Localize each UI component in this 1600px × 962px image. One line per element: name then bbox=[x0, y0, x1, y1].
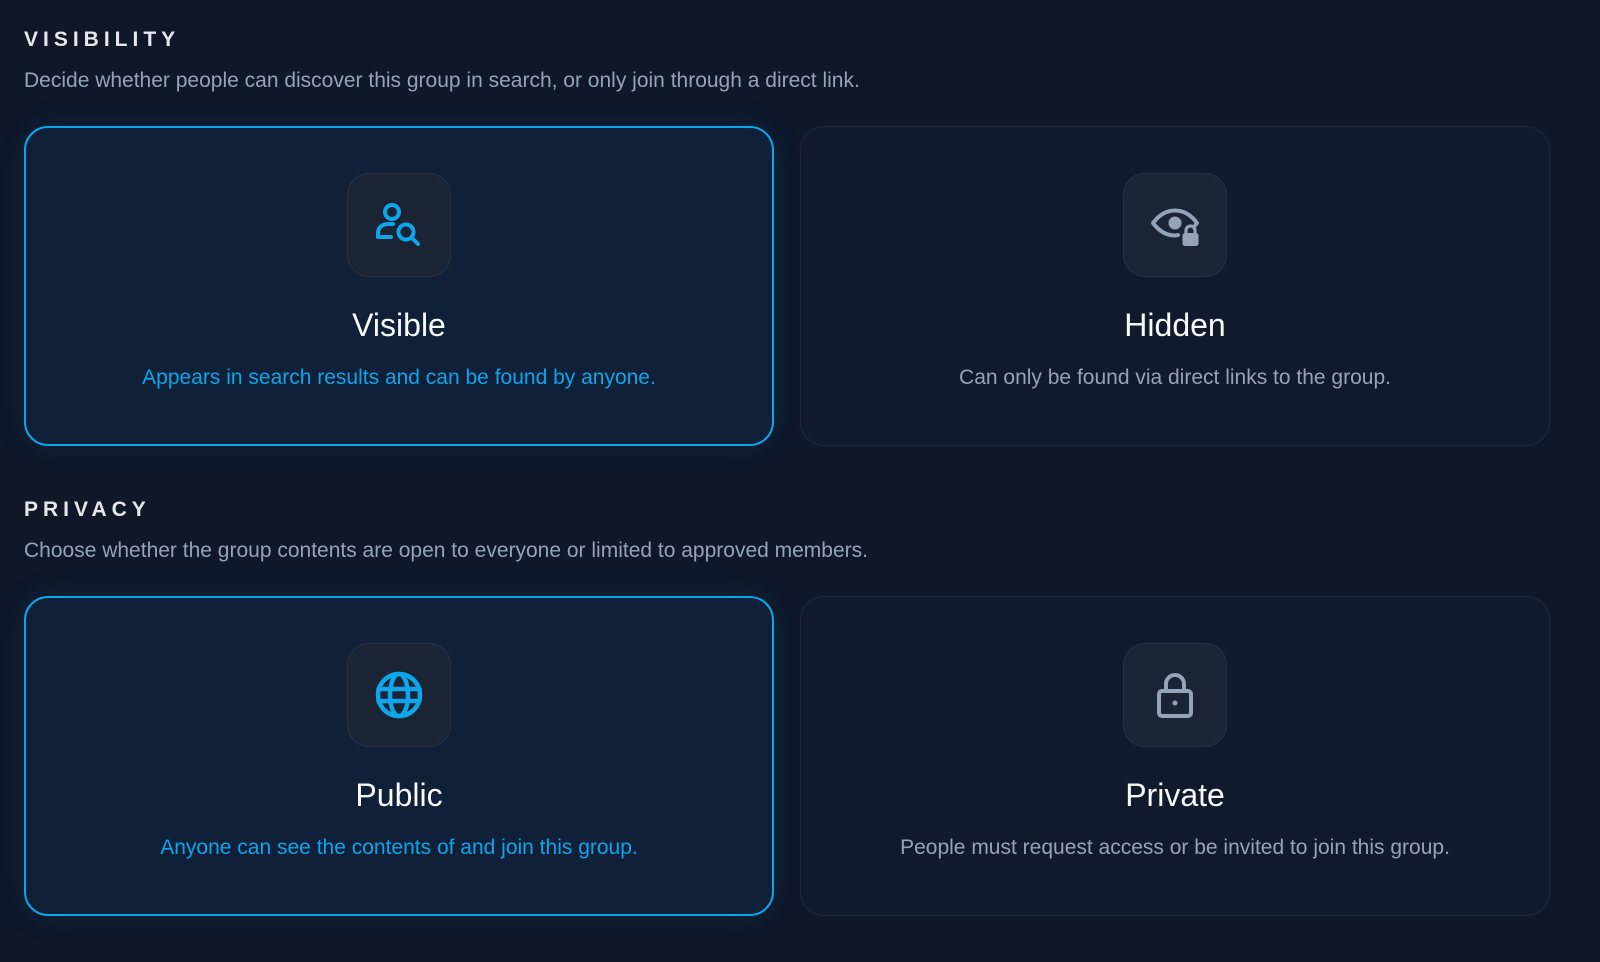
globe-icon bbox=[347, 643, 451, 747]
privacy-option-public-description: Anyone can see the contents of and join … bbox=[160, 836, 638, 859]
visibility-section-description: Decide whether people can discover this … bbox=[24, 69, 860, 92]
privacy-section-description: Choose whether the group contents are op… bbox=[24, 539, 868, 562]
visibility-options: Visible Appears in search results and ca… bbox=[24, 126, 1580, 446]
visibility-option-hidden[interactable]: Hidden Can only be found via direct link… bbox=[800, 126, 1550, 446]
privacy-option-private[interactable]: Private People must request access or be… bbox=[800, 596, 1550, 916]
eye-lock-icon bbox=[1123, 173, 1227, 277]
privacy-option-private-label: Private bbox=[1125, 777, 1225, 813]
visibility-section: VISIBILITY Decide whether people can dis… bbox=[24, 24, 1580, 446]
visibility-section-title: VISIBILITY bbox=[24, 28, 181, 51]
user-search-icon bbox=[347, 173, 451, 277]
privacy-option-public-label: Public bbox=[355, 777, 443, 813]
lock-icon bbox=[1123, 643, 1227, 747]
group-settings-page: VISIBILITY Decide whether people can dis… bbox=[0, 0, 1600, 962]
visibility-option-visible-description: Appears in search results and can be fou… bbox=[142, 366, 656, 389]
privacy-option-private-description: People must request access or be invited… bbox=[900, 836, 1450, 859]
visibility-option-visible-label: Visible bbox=[352, 307, 446, 343]
privacy-section: PRIVACY Choose whether the group content… bbox=[24, 494, 1580, 916]
visibility-option-visible[interactable]: Visible Appears in search results and ca… bbox=[24, 126, 774, 446]
privacy-options: Public Anyone can see the contents of an… bbox=[24, 596, 1580, 916]
privacy-option-public[interactable]: Public Anyone can see the contents of an… bbox=[24, 596, 774, 916]
visibility-option-hidden-description: Can only be found via direct links to th… bbox=[959, 366, 1391, 389]
privacy-section-title: PRIVACY bbox=[24, 498, 151, 521]
visibility-option-hidden-label: Hidden bbox=[1124, 307, 1226, 343]
